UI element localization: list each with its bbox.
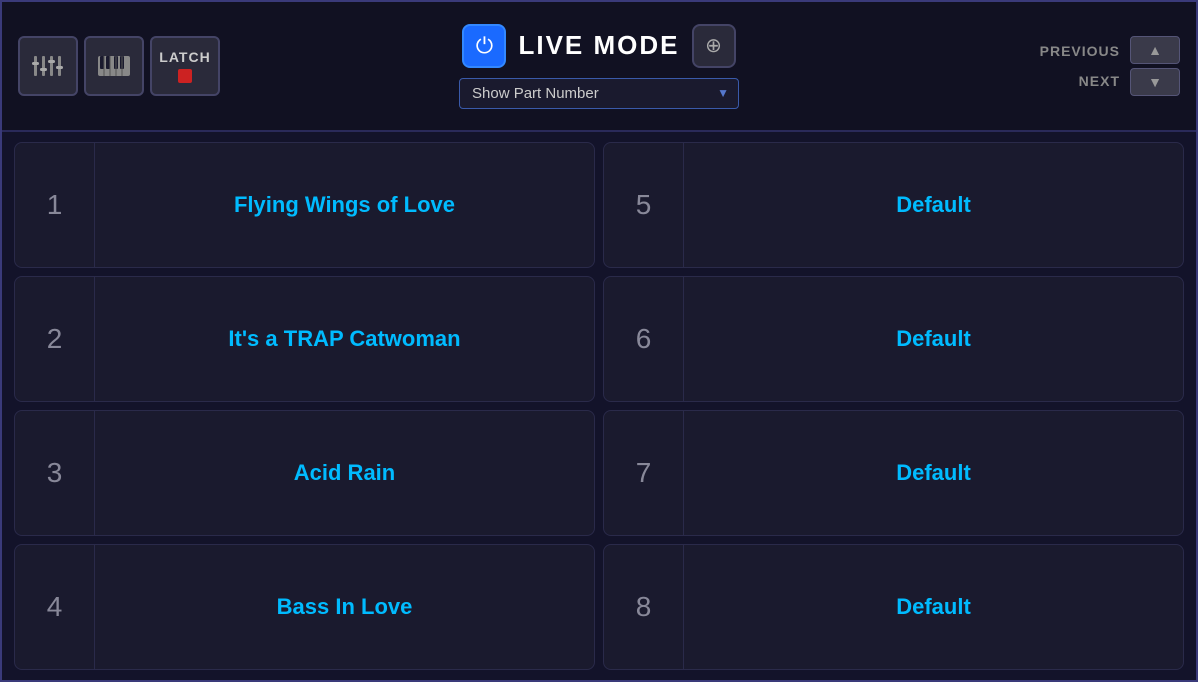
item-title-4: Bass In Love — [95, 594, 594, 620]
zoom-icon: ⊕ — [705, 33, 722, 58]
previous-arrow[interactable]: ▲ — [1130, 36, 1180, 64]
nav-arrows: ▲ ▼ — [1130, 36, 1180, 96]
mixer-button[interactable] — [18, 36, 78, 96]
show-part-select[interactable]: Show Part Number Show Part Name Show Bot… — [459, 78, 739, 109]
grid-item-8[interactable]: 8 Default — [603, 544, 1184, 670]
mixer-icon — [30, 48, 66, 84]
song-grid: 1 Flying Wings of Love 5 Default 2 It's … — [2, 132, 1196, 680]
item-title-3: Acid Rain — [95, 460, 594, 486]
zoom-button[interactable]: ⊕ — [692, 24, 736, 68]
grid-item-7[interactable]: 7 Default — [603, 410, 1184, 536]
piano-icon — [96, 48, 132, 84]
toolbar-left: LATCH — [18, 36, 220, 96]
grid-item-4[interactable]: 4 Bass In Love — [14, 544, 595, 670]
live-mode-row: ⏻ LIVE MODE ⊕ — [462, 24, 735, 68]
item-number-1: 1 — [15, 143, 95, 267]
show-part-wrapper[interactable]: Show Part Number Show Part Name Show Bot… — [459, 78, 739, 109]
grid-item-6[interactable]: 6 Default — [603, 276, 1184, 402]
header-right: PREVIOUS NEXT ▲ ▼ — [1040, 36, 1180, 96]
header: LATCH ⏻ LIVE MODE ⊕ Show Part Number Sho… — [2, 2, 1196, 132]
item-title-1: Flying Wings of Love — [95, 192, 594, 218]
power-icon: ⏻ — [476, 35, 493, 57]
item-number-5: 5 — [604, 143, 684, 267]
previous-label: PREVIOUS — [1040, 43, 1120, 59]
item-title-6: Default — [684, 326, 1183, 352]
next-label: NEXT — [1079, 73, 1120, 89]
item-title-2: It's a TRAP Catwoman — [95, 326, 594, 352]
header-center: ⏻ LIVE MODE ⊕ Show Part Number Show Part… — [459, 24, 739, 109]
grid-item-1[interactable]: 1 Flying Wings of Love — [14, 142, 595, 268]
latch-label: LATCH — [159, 49, 210, 65]
next-arrow[interactable]: ▼ — [1130, 68, 1180, 96]
grid-item-5[interactable]: 5 Default — [603, 142, 1184, 268]
grid-item-3[interactable]: 3 Acid Rain — [14, 410, 595, 536]
item-title-8: Default — [684, 594, 1183, 620]
power-button[interactable]: ⏻ — [462, 24, 506, 68]
nav-labels: PREVIOUS NEXT — [1040, 43, 1120, 89]
grid-item-2[interactable]: 2 It's a TRAP Catwoman — [14, 276, 595, 402]
item-number-7: 7 — [604, 411, 684, 535]
latch-indicator — [178, 69, 192, 83]
item-number-6: 6 — [604, 277, 684, 401]
item-title-5: Default — [684, 192, 1183, 218]
item-number-3: 3 — [15, 411, 95, 535]
live-mode-title: LIVE MODE — [518, 30, 679, 61]
latch-button[interactable]: LATCH — [150, 36, 220, 96]
item-number-2: 2 — [15, 277, 95, 401]
item-number-8: 8 — [604, 545, 684, 669]
item-title-7: Default — [684, 460, 1183, 486]
item-number-4: 4 — [15, 545, 95, 669]
piano-button[interactable] — [84, 36, 144, 96]
